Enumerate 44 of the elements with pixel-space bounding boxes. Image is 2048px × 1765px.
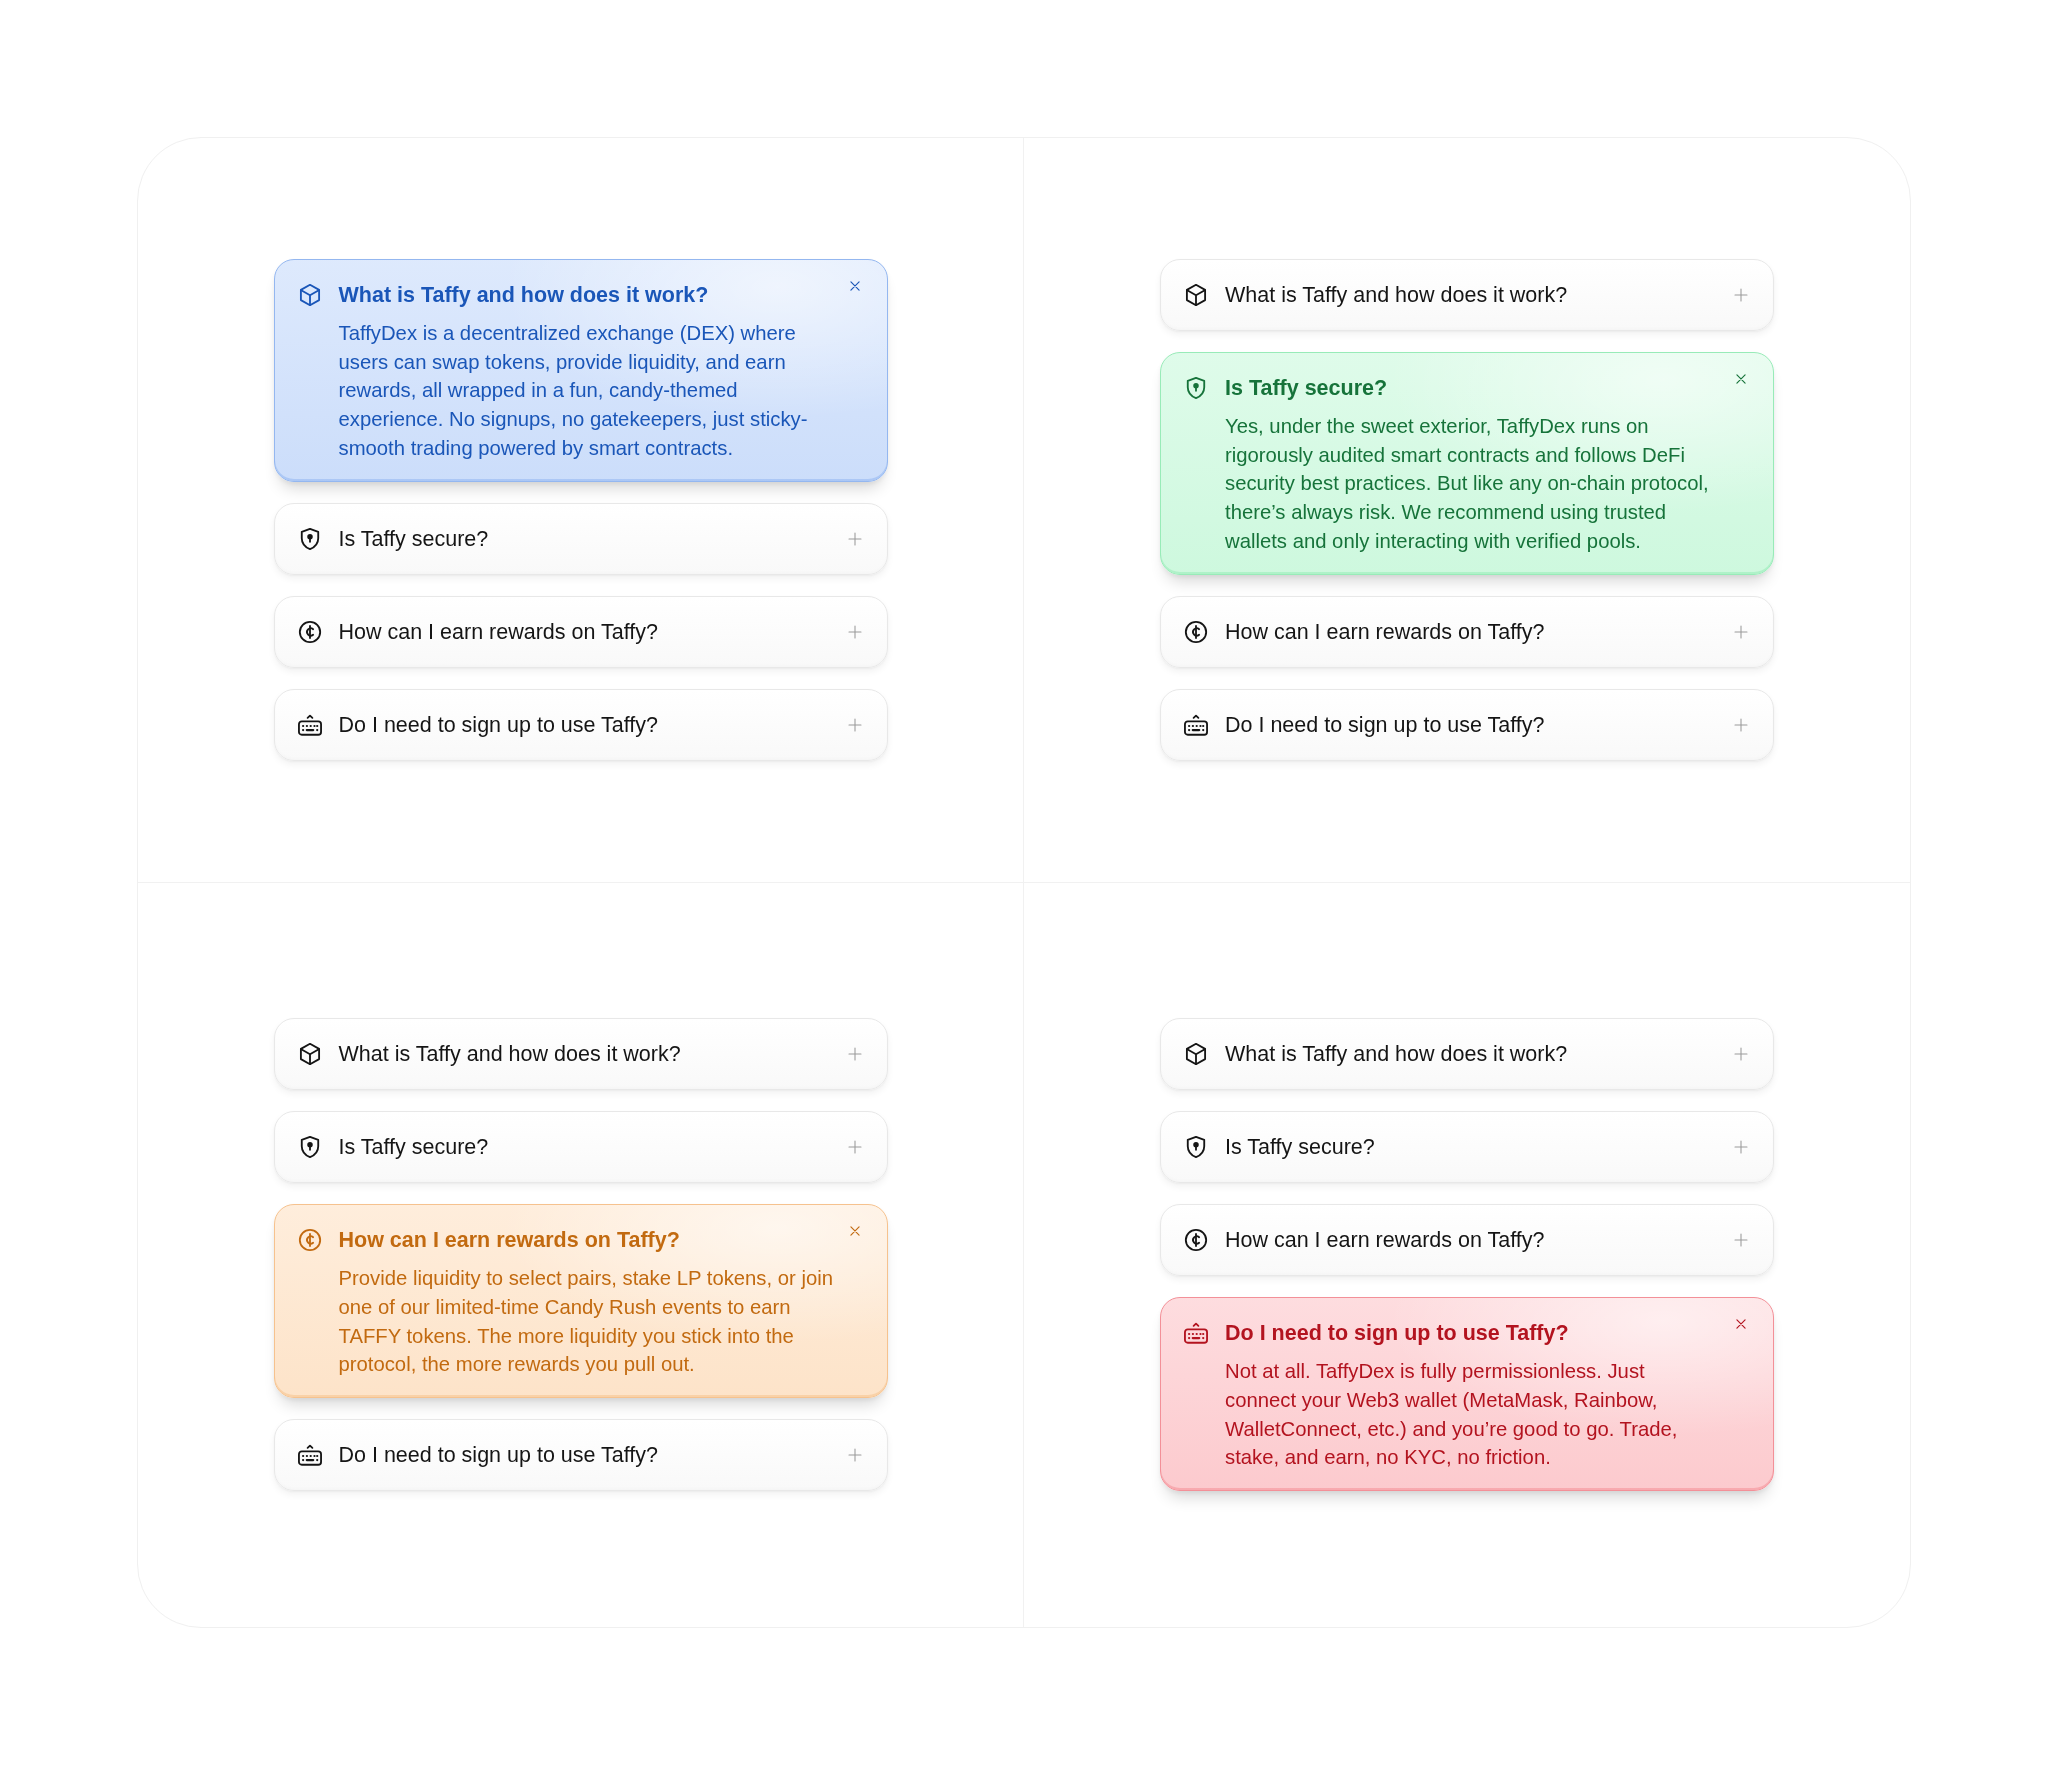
cube-icon bbox=[1183, 282, 1209, 308]
close-icon[interactable] bbox=[847, 1224, 862, 1239]
cent-coin-icon bbox=[296, 1227, 323, 1254]
question-title: What is Taffy and how does it work? bbox=[1225, 282, 1569, 309]
question-title: Is Taffy secure? bbox=[338, 525, 490, 553]
answer-text: TaffyDex is a decentralized exchange (DEX) where users can swap tokens, provide liquidity, and earn rewards, all wrapped in a fun, candy-themed experience. No signups, no gatekeepers, just sticky-smooth trading powered by smart contracts. bbox=[338, 321, 809, 461]
question-title: Is Taffy secure? bbox=[338, 1134, 490, 1162]
question-title: How can I earn rewards on Taffy? bbox=[1225, 618, 1546, 646]
plus-icon[interactable] bbox=[1733, 1046, 1749, 1063]
question-title: How can I earn rewards on Taffy? bbox=[338, 1227, 681, 1255]
plus-icon[interactable] bbox=[846, 1139, 863, 1156]
question-title: How can I earn rewards on Taffy? bbox=[338, 618, 659, 646]
answer-text: Provide liquidity to select pairs, stake LP tokens, or join one of our limited-time Candy Rush events to earn TAFFY tokens. The more liquidity you stick into the protocol, the more rewards you pull out. bbox=[338, 1266, 834, 1378]
close-icon[interactable] bbox=[1734, 1317, 1748, 1332]
cent-coin-icon bbox=[1183, 618, 1209, 645]
plus-icon[interactable] bbox=[846, 1046, 863, 1063]
plus-icon[interactable] bbox=[846, 623, 863, 640]
plus-icon[interactable] bbox=[1733, 1139, 1749, 1156]
cent-coin-icon bbox=[296, 618, 323, 645]
answer-text: Yes, under the sweet exterior, TaffyDex runs on rigorously audited smart contracts and follows DeFi security best practices. But like any on-chain protocol, there’s always risk. We recommend using trusted wallets and only interacting with verified pools. bbox=[1225, 414, 1710, 554]
plus-icon[interactable] bbox=[1733, 1232, 1749, 1249]
question-title: Do I need to sign up to use Taffy? bbox=[338, 1442, 660, 1470]
answer-text: Not at all. TaffyDex is fully permissionless. Just connect your Web3 wallet (MetaMask, Rainbow, WalletConnect, etc.) and you’re good to go. Trade, stake, and earn, no KYC, no friction. bbox=[1225, 1359, 1679, 1471]
plus-icon[interactable] bbox=[1733, 716, 1749, 733]
plus-icon[interactable] bbox=[846, 716, 863, 733]
plus-icon[interactable] bbox=[1733, 287, 1749, 303]
keyboard-icon bbox=[1183, 1320, 1209, 1347]
close-icon[interactable] bbox=[1734, 372, 1748, 386]
question-title: Do I need to sign up to use Taffy? bbox=[1225, 1320, 1570, 1348]
question-title: Do I need to sign up to use Taffy? bbox=[1225, 711, 1546, 739]
plus-icon[interactable] bbox=[1733, 623, 1749, 640]
keyboard-icon bbox=[296, 1442, 323, 1469]
question-title: What is Taffy and how does it work? bbox=[1225, 1041, 1569, 1069]
question-title: Do I need to sign up to use Taffy? bbox=[338, 711, 660, 739]
question-title: What is Taffy and how does it work? bbox=[338, 1041, 682, 1069]
plus-icon[interactable] bbox=[846, 530, 863, 547]
question-title: Is Taffy secure? bbox=[1225, 375, 1389, 402]
cent-coin-icon bbox=[1183, 1227, 1209, 1254]
cube-icon bbox=[1183, 1041, 1209, 1068]
plus-icon[interactable] bbox=[846, 1447, 863, 1464]
question-title: Is Taffy secure? bbox=[1225, 1134, 1376, 1162]
question-title: What is Taffy and how does it work? bbox=[338, 282, 710, 309]
question-title: How can I earn rewards on Taffy? bbox=[1225, 1227, 1546, 1255]
close-icon[interactable] bbox=[847, 279, 862, 293]
